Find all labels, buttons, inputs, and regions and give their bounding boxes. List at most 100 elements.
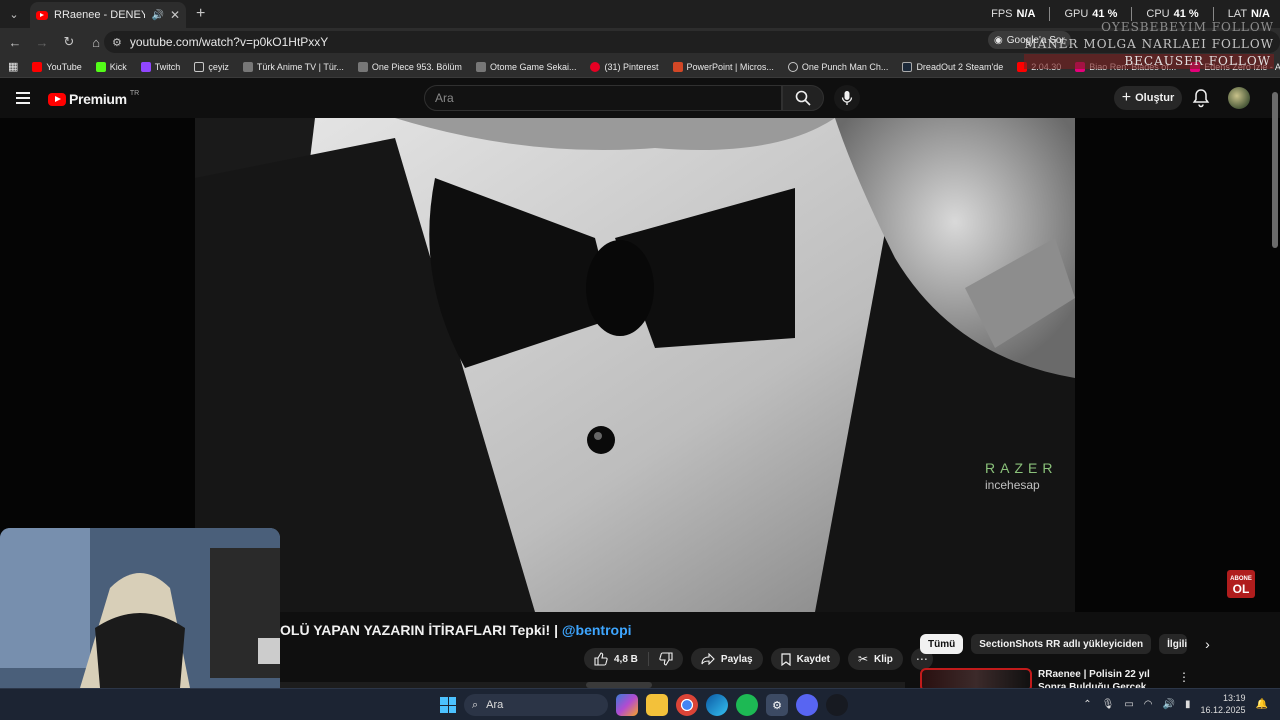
dislike-button[interactable] (649, 652, 683, 666)
volume-icon[interactable]: 🔊 (1163, 699, 1175, 710)
bookmark-one-punch[interactable]: One Punch Man Ch... (787, 61, 888, 72)
chip-related[interactable]: İlgili (1159, 634, 1188, 654)
video-content-image (195, 118, 1075, 612)
new-tab-plus-icon[interactable]: + (196, 5, 205, 23)
taskbar-clock[interactable]: 13:19 16.12.2025 (1201, 692, 1246, 716)
notifications-bell-icon[interactable] (1192, 88, 1210, 108)
search-placeholder: Ara (435, 91, 454, 105)
video-frame[interactable] (195, 118, 1075, 612)
bookmark-youtube[interactable]: YouTube (32, 61, 82, 72)
recommended-title[interactable]: RRaenee | Polisin 22 yıl Sonra Bulduğu G… (1038, 668, 1178, 688)
taskbar-search-input[interactable]: ⌕ Ara (464, 694, 608, 716)
microphone-tray-icon[interactable]: 🎙 (1102, 699, 1115, 710)
reload-icon[interactable]: ↻ (57, 30, 81, 54)
clip-button[interactable]: ✂ Klip (847, 648, 903, 670)
twitch-icon (140, 61, 151, 72)
related-filter-chips: Tümü SectionShots RR adlı yükleyiciden İ… (920, 634, 1210, 654)
region-code: TR (129, 89, 140, 97)
powerpoint-icon (672, 61, 683, 72)
steam-icon (902, 61, 913, 72)
wifi-icon[interactable]: ◠ (1144, 699, 1153, 710)
thumbs-up-icon (594, 652, 608, 666)
bookmark-powerpoint[interactable]: PowerPoint | Micros... (672, 61, 774, 72)
cpu-value: 41 % (1173, 8, 1199, 20)
copilot-icon[interactable] (616, 694, 638, 716)
bookmark-dreadout[interactable]: DreadOut 2 Steam'de (902, 61, 1003, 72)
fps-value: N/A (1016, 8, 1036, 20)
create-button[interactable]: + Oluştur (1114, 86, 1182, 110)
apps-grid-icon[interactable]: ▦ (8, 60, 18, 73)
cpu-label: CPU (1146, 8, 1170, 20)
recommended-thumbnail[interactable] (920, 668, 1032, 688)
youtube-logo-icon (48, 92, 66, 106)
recommended-video-item[interactable]: RRaenee | Polisin 22 yıl Sonra Bulduğu G… (920, 668, 1280, 688)
active-tab[interactable]: RRaenee - DENEYİ İÇİN ER 🔊 ✕ (30, 2, 186, 28)
site-icon (475, 61, 486, 72)
chrome-icon[interactable] (676, 694, 698, 716)
share-button[interactable]: Paylaş (690, 648, 763, 670)
menu-hamburger-icon[interactable] (16, 92, 30, 104)
tab-title: RRaenee - DENEYİ İÇİN ER (54, 9, 146, 21)
lens-icon: ◉ (994, 34, 1003, 46)
voice-search-button[interactable] (834, 85, 860, 111)
file-explorer-icon[interactable] (646, 694, 668, 716)
chips-next-chevron-icon[interactable]: › (1205, 636, 1210, 652)
plus-icon: + (1121, 89, 1132, 106)
lat-label: LAT (1227, 8, 1248, 20)
recommended-more-icon[interactable]: ⋮ (1178, 670, 1190, 684)
bookmark-icon (781, 652, 791, 666)
url-text: youtube.com/watch?v=p0kO1HtPxxY (129, 35, 329, 49)
system-tray: ⌃ 🎙 ▭ ◠ 🔊 ▮ 13:19 16.12.2025 🔔 (1083, 692, 1268, 716)
chip-from-uploader[interactable]: SectionShots RR adlı yükleyiciden (971, 634, 1152, 654)
search-icon: ⌕ (472, 698, 479, 711)
display-tray-icon[interactable]: ▭ (1124, 699, 1133, 710)
start-windows-icon[interactable] (440, 697, 456, 713)
battery-icon[interactable]: ▮ (1185, 699, 1191, 710)
bookmark-twitch[interactable]: Twitch (140, 61, 180, 72)
fps-label: FPS (991, 8, 1013, 20)
thumbs-down-icon (659, 652, 673, 666)
bookmark-one-piece[interactable]: One Piece 953. Bölüm (357, 61, 462, 72)
chip-all[interactable]: Tümü (920, 634, 964, 654)
taskbar-pinned-apps: ⚙ (616, 694, 848, 716)
steam-icon[interactable] (826, 694, 848, 716)
discord-icon[interactable] (796, 694, 818, 716)
page-scrollbar-thumb[interactable] (1272, 92, 1278, 248)
gpu-label: GPU (1064, 8, 1089, 20)
back-arrow-icon[interactable]: ← (3, 30, 27, 54)
edge-icon[interactable] (706, 694, 728, 716)
like-button[interactable]: 4,8 B (584, 652, 649, 666)
video-actions: 4,8 B Paylaş Kaydet ✂ Klip ⋯ (584, 648, 933, 670)
settings-gear-icon[interactable]: ⚙ (766, 694, 788, 716)
spotify-icon[interactable] (736, 694, 758, 716)
save-button[interactable]: Kaydet (770, 648, 840, 670)
search-button[interactable] (782, 85, 824, 111)
tab-close-icon[interactable]: ✕ (170, 8, 180, 22)
follow-line-1: OYESBEBEYIM FOLLOW (1101, 20, 1274, 34)
tab-search-chevron-icon[interactable]: ⌄ (0, 0, 28, 28)
bookmark-kick[interactable]: Kick (95, 61, 127, 72)
site-icon (242, 61, 253, 72)
search-input[interactable]: Ara (424, 85, 782, 111)
clock-date: 16.12.2025 (1200, 705, 1246, 715)
channel-handle-link[interactable]: @bentropi (562, 622, 632, 638)
watermark-subtitle: incehesap (985, 478, 1040, 492)
subscribe-badge: ABONE OL (1227, 570, 1255, 598)
bookmark-pinterest[interactable]: (31) Pinterest (590, 61, 659, 72)
tab-audio-icon[interactable]: 🔊 (151, 10, 163, 21)
notifications-icon[interactable]: 🔔 (1256, 699, 1268, 710)
search-icon (795, 90, 811, 106)
tray-chevron-up-icon[interactable]: ⌃ (1083, 699, 1091, 710)
account-avatar[interactable] (1228, 87, 1250, 109)
bookmark-otome[interactable]: Otome Game Sekai... (475, 61, 576, 72)
razer-watermark: RAZER incehesap (985, 460, 1058, 492)
youtube-favicon-icon (36, 10, 48, 20)
bookmark-ceyiz[interactable]: çeyiz (194, 61, 229, 72)
youtube-premium-logo[interactable]: Premium TR (48, 89, 140, 107)
forward-arrow-icon[interactable]: → (30, 30, 54, 54)
globe-icon (787, 61, 798, 72)
site-info-icon[interactable]: ⚙ (112, 36, 122, 49)
pinterest-icon (590, 61, 601, 72)
youtube-header: Premium TR Ara + Oluştur (0, 78, 1280, 118)
bookmark-turk-anime[interactable]: Türk Anime TV | Tür... (242, 61, 344, 72)
